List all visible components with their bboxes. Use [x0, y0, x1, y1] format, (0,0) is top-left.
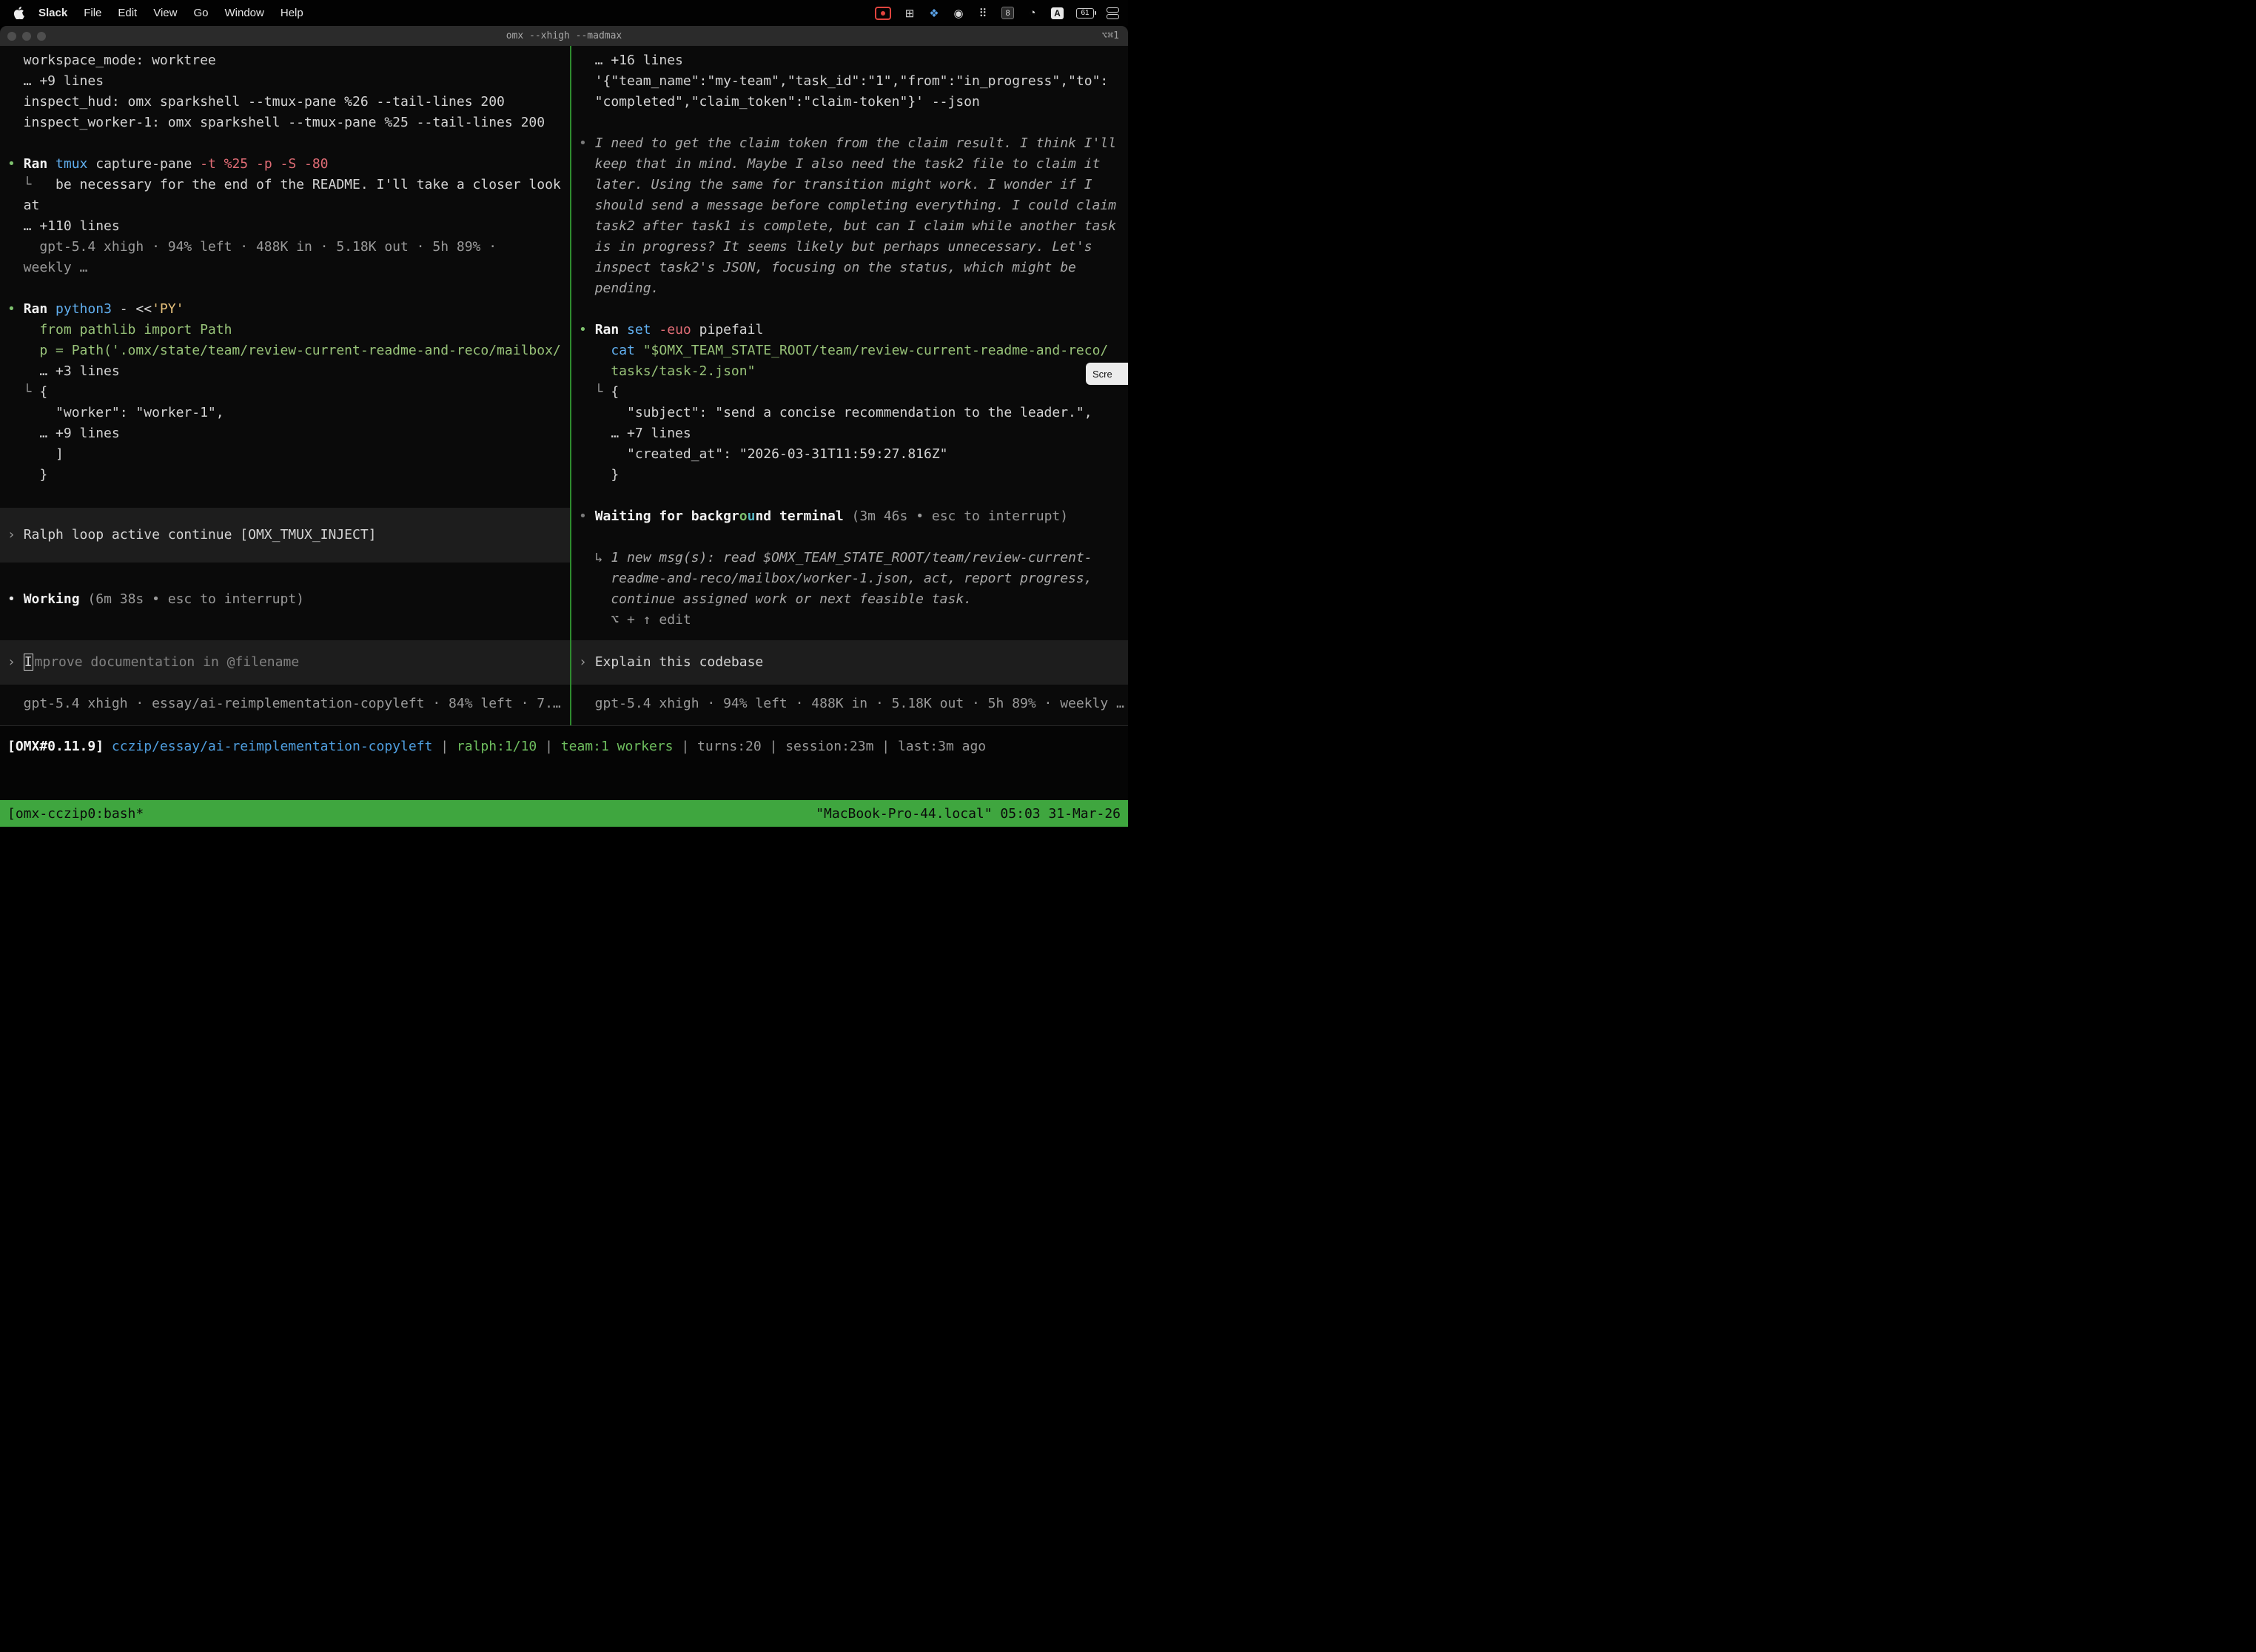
terminal-line: at: [7, 195, 570, 216]
menu-help[interactable]: Help: [272, 7, 312, 19]
tmux-session-window[interactable]: [omx-cczip0:bash*: [7, 806, 144, 822]
launchpad-icon[interactable]: ⠿: [977, 7, 989, 20]
terminal-line: … +110 lines: [7, 216, 570, 237]
right-scrollback: … +16 lines '{"team_name":"my-team","tas…: [571, 46, 1128, 631]
terminal-line: continue assigned work or next feasible …: [579, 589, 1128, 610]
input-source-icon[interactable]: A: [1051, 7, 1064, 19]
terminal-line: └ {: [7, 382, 570, 403]
omx-status-line: [OMX#0.11.9] cczip/essay/ai-reimplementa…: [0, 726, 1128, 757]
zoom-button[interactable]: [37, 32, 46, 41]
terminal-line: └ be necessary for the end of the README…: [7, 175, 570, 195]
left-scrollback: workspace_mode: worktree … +9 lines insp…: [0, 46, 570, 486]
menu-window[interactable]: Window: [217, 7, 272, 19]
terminal-line: }: [579, 465, 1128, 486]
terminal-line: weekly …: [7, 258, 570, 278]
apple-menu-icon[interactable]: [13, 7, 24, 19]
terminal-line: is in progress? It seems likely but perh…: [579, 237, 1128, 258]
terminal-line: • I need to get the claim token from the…: [579, 133, 1128, 154]
window-manager-icon[interactable]: ⊞: [904, 7, 916, 20]
terminal-line: gpt-5.4 xhigh · 94% left · 488K in · 5.1…: [7, 237, 570, 258]
right-prompt-text: › Explain this codebase: [579, 652, 763, 673]
terminal-line: • Ran tmux capture-pane -t %25 -p -S -80: [7, 154, 570, 175]
terminal-line: ↳ 1 new msg(s): read $OMX_TEAM_STATE_ROO…: [579, 548, 1128, 568]
screen-sharing-overlay[interactable]: Scre: [1086, 363, 1128, 385]
control-center-icon[interactable]: [1107, 7, 1119, 20]
terminal-line: [579, 527, 1128, 548]
terminal-line: should send a message before completing …: [579, 195, 1128, 216]
left-pane-statusline: gpt-5.4 xhigh · essay/ai-reimplementatio…: [0, 694, 570, 714]
right-prompt-input[interactable]: › Explain this codebase: [571, 640, 1128, 685]
terminal-line: task2 after task1 is complete, but can I…: [579, 216, 1128, 237]
terminal-line: ⌥ + ↑ edit: [579, 610, 1128, 631]
raycast-icon[interactable]: ❖: [928, 7, 940, 20]
terminal-line: [579, 486, 1128, 506]
terminal-line: readme-and-reco/mailbox/worker-1.json, a…: [579, 568, 1128, 589]
terminal-line: from pathlib import Path: [7, 320, 570, 340]
terminal-panes: workspace_mode: worktree … +9 lines insp…: [0, 46, 1128, 725]
terminal-line: cat "$OMX_TEAM_STATE_ROOT/team/review-cu…: [579, 340, 1128, 361]
terminal-line: [579, 113, 1128, 133]
tmux-host-clock: "MacBook-Pro-44.local" 05:03 31-Mar-26: [816, 806, 1121, 822]
app-circle-icon[interactable]: ◉: [953, 7, 964, 20]
terminal-line: ]: [7, 444, 570, 465]
terminal-line: "completed","claim_token":"claim-token"}…: [579, 92, 1128, 113]
terminal-line: keep that in mind. Maybe I also need the…: [579, 154, 1128, 175]
omx-hud: [OMX#0.11.9] cczip/essay/ai-reimplementa…: [0, 725, 1128, 800]
left-prompt-input[interactable]: › Improve documentation in @filename: [0, 640, 570, 685]
screen-recording-icon[interactable]: [875, 7, 891, 20]
tmux-status-bar: [omx-cczip0:bash* "MacBook-Pro-44.local"…: [0, 800, 1128, 827]
terminal-line: • Waiting for background terminal (3m 46…: [579, 506, 1128, 527]
menu-edit[interactable]: Edit: [110, 7, 145, 19]
menu-file[interactable]: File: [75, 7, 110, 19]
terminal-line: … +9 lines: [7, 423, 570, 444]
menu-go[interactable]: Go: [185, 7, 216, 19]
terminal-line: [579, 299, 1128, 320]
active-app-menu[interactable]: Slack: [30, 7, 75, 19]
right-pane-statusline: gpt-5.4 xhigh · 94% left · 488K in · 5.1…: [571, 694, 1128, 714]
window-title-bar: omx --xhigh --madmax ⌥⌘1: [0, 26, 1128, 46]
battery-gauge-icon[interactable]: ◔: [1027, 7, 1038, 20]
traffic-lights: [0, 32, 46, 41]
terminal-line: • Ran set -euo pipefail: [579, 320, 1128, 340]
terminal-line: "worker": "worker-1",: [7, 403, 570, 423]
terminal-line: '{"team_name":"my-team","task_id":"1","f…: [579, 71, 1128, 92]
right-pane: … +16 lines '{"team_name":"my-team","tas…: [571, 46, 1128, 725]
terminal-line: [7, 133, 570, 154]
keycast-icon[interactable]: 8: [1001, 7, 1014, 19]
menu-bar: Slack File Edit View Go Window Help ⊞ ❖ …: [0, 0, 1128, 26]
terminal-line: }: [7, 465, 570, 486]
terminal-line: "created_at": "2026-03-31T11:59:27.816Z": [579, 444, 1128, 465]
terminal-line: "subject": "send a concise recommendatio…: [579, 403, 1128, 423]
left-inject-banner[interactable]: › Ralph loop active continue [OMX_TMUX_I…: [0, 508, 570, 563]
menu-bar-status-icons: ⊞ ❖ ◉ ⠿ 8 ◔ A 61: [875, 7, 1119, 20]
terminal-line: … +9 lines: [7, 71, 570, 92]
minimize-button[interactable]: [22, 32, 31, 41]
left-inject-text: › Ralph loop active continue [OMX_TMUX_I…: [7, 525, 377, 545]
terminal-line: … +16 lines: [579, 50, 1128, 71]
terminal-line: workspace_mode: worktree: [7, 50, 570, 71]
terminal-line: tasks/task-2.json": [579, 361, 1128, 382]
terminal-line: p = Path('.omx/state/team/review-current…: [7, 340, 570, 361]
battery-icon[interactable]: 61: [1076, 8, 1094, 19]
terminal-line: pending.: [579, 278, 1128, 299]
terminal-line: later. Using the same for transition mig…: [579, 175, 1128, 195]
left-working-status: • Working (6m 38s • esc to interrupt): [0, 589, 570, 610]
terminal-line: inspect task2's JSON, focusing on the st…: [579, 258, 1128, 278]
window-title: omx --xhigh --madmax: [0, 30, 1128, 41]
terminal-line: … +7 lines: [579, 423, 1128, 444]
terminal-line: inspect_worker-1: omx sparkshell --tmux-…: [7, 113, 570, 133]
left-prompt-text: › Improve documentation in @filename: [7, 652, 299, 673]
terminal-line: [7, 278, 570, 299]
menu-view[interactable]: View: [145, 7, 185, 19]
left-pane: workspace_mode: worktree … +9 lines insp…: [0, 46, 570, 725]
terminal-line: • Ran python3 - <<'PY': [7, 299, 570, 320]
terminal-line: └ {: [579, 382, 1128, 403]
close-button[interactable]: [7, 32, 16, 41]
terminal-line: … +3 lines: [7, 361, 570, 382]
window-shortcut-hint: ⌥⌘1: [1102, 30, 1128, 41]
terminal-line: inspect_hud: omx sparkshell --tmux-pane …: [7, 92, 570, 113]
